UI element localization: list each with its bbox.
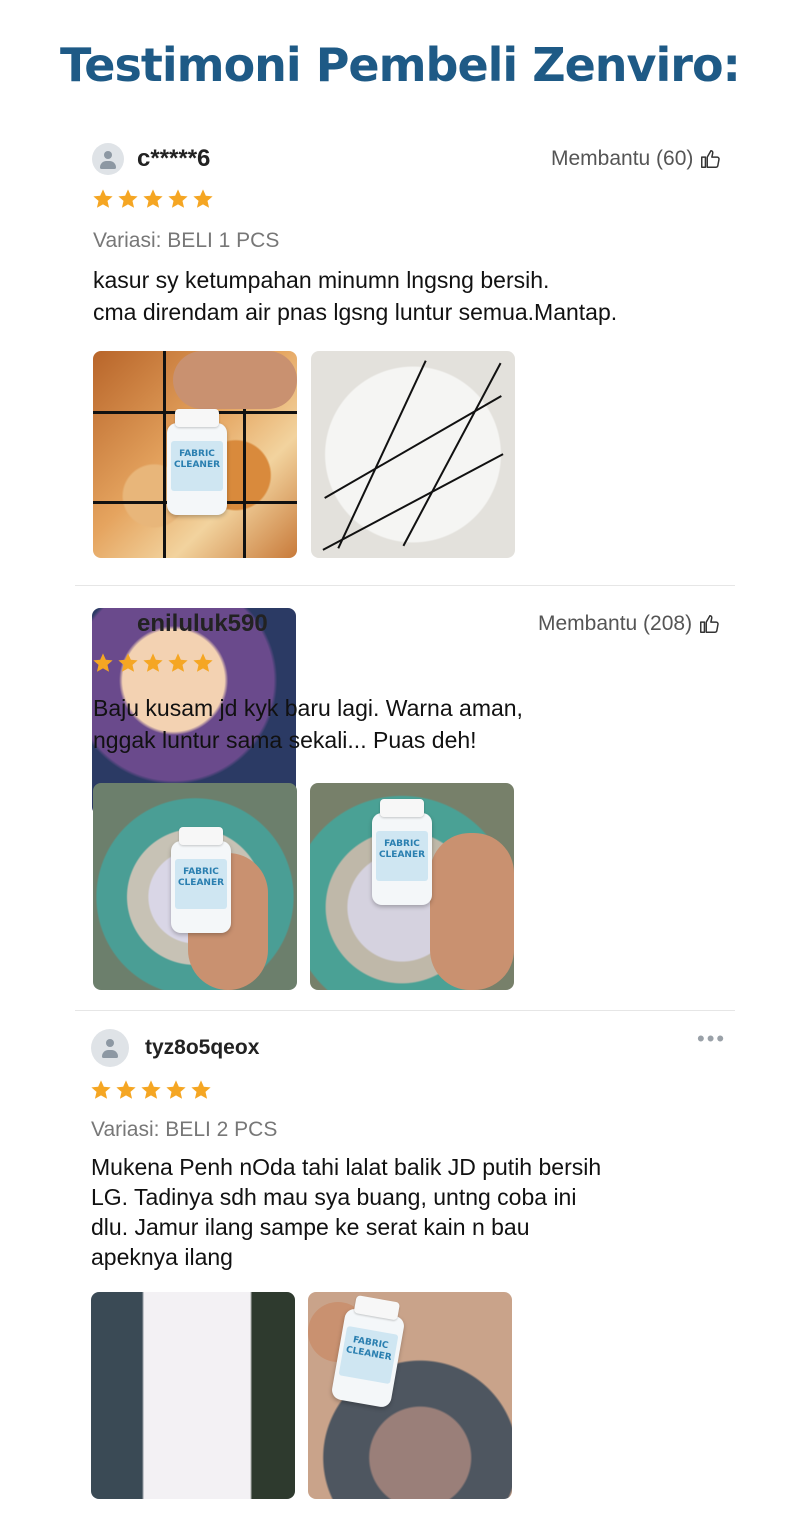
product-label: FABRIC CLEANER (175, 859, 227, 909)
rating-stars (92, 188, 214, 210)
star-icon (191, 1080, 211, 1099)
review-photo[interactable] (311, 351, 515, 558)
username[interactable]: c*****6 (137, 145, 210, 173)
review-text: kasur sy ketumpahan minumn lngsng bersih… (93, 267, 618, 325)
thumbs-up-icon (700, 615, 719, 633)
star-icon (166, 1080, 186, 1099)
rating-stars (90, 1079, 212, 1101)
review-photo[interactable]: FABRIC CLEANER (308, 1292, 512, 1499)
username[interactable]: eniluluk590 (137, 610, 268, 638)
star-icon (93, 189, 113, 208)
variant-label: Variasi: BELI 1 PCS (93, 229, 280, 252)
star-icon (168, 653, 188, 672)
star-icon (141, 1080, 161, 1099)
star-icon (91, 1080, 111, 1099)
product-label: FABRIC CLEANER (376, 831, 428, 881)
star-icon (118, 653, 138, 672)
more-icon[interactable]: ••• (697, 1026, 726, 1052)
divider (75, 1010, 735, 1011)
review-photo[interactable]: FABRIC CLEANER (93, 351, 297, 558)
product-label: FABRIC CLEANER (338, 1325, 399, 1385)
helpful-label: Membantu (208) (538, 612, 693, 635)
star-icon (93, 653, 113, 672)
star-icon (143, 653, 163, 672)
star-icon (143, 189, 163, 208)
page-title: Testimoni Pembeli Zenviro: (60, 38, 741, 92)
star-icon (118, 189, 138, 208)
rating-stars (92, 652, 214, 674)
helpful-button[interactable]: Membantu (208) (538, 612, 720, 636)
star-icon (193, 189, 213, 208)
product-label: FABRIC CLEANER (171, 441, 223, 491)
review-photo[interactable]: FABRIC CLEANER (310, 783, 514, 990)
user-avatar[interactable] (92, 143, 124, 175)
review-text: Mukena Penh nOda tahi lalat balik JD put… (91, 1154, 602, 1270)
helpful-label: Membantu (60) (551, 147, 694, 170)
star-icon (193, 653, 213, 672)
review-photo[interactable]: FABRIC CLEANER (93, 783, 297, 990)
user-avatar[interactable] (91, 1029, 129, 1067)
review-photo[interactable] (91, 1292, 295, 1499)
star-icon (116, 1080, 136, 1099)
username[interactable]: tyz8o5qeox (145, 1036, 259, 1060)
thumbs-up-icon (701, 150, 721, 168)
helpful-button[interactable]: Membantu (60) (551, 147, 721, 171)
variant-label: Variasi: BELI 2 PCS (91, 1118, 278, 1141)
review-text: Baju kusam jd kyk baru lagi. Warna aman,… (93, 695, 523, 753)
star-icon (168, 189, 188, 208)
divider (75, 585, 735, 586)
